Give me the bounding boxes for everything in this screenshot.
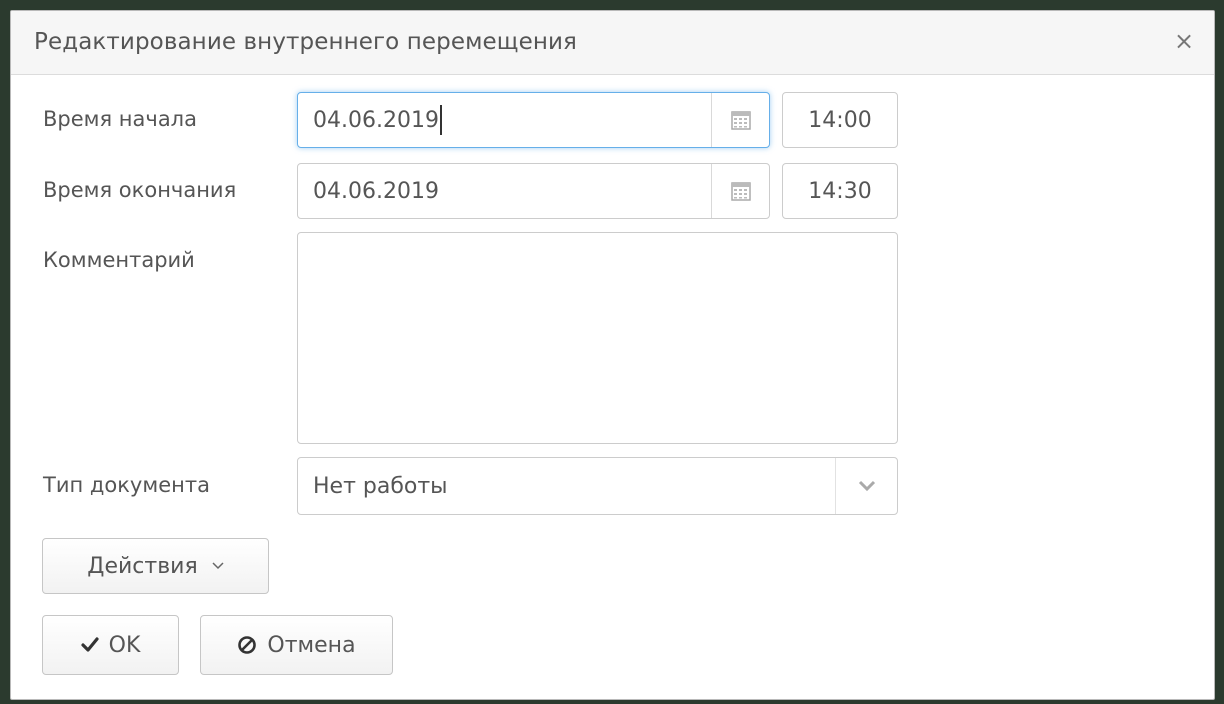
start-date-value: 04.06.2019 <box>313 107 439 133</box>
actions-menu-label: Действия <box>87 553 198 579</box>
end-time-label: Время окончания <box>43 178 237 202</box>
start-date-input[interactable]: 04.06.2019 <box>297 92 770 148</box>
comment-textarea[interactable] <box>297 232 898 444</box>
ok-button[interactable]: OK <box>42 615 179 675</box>
calendar-icon <box>730 182 751 201</box>
end-time-value: 14:30 <box>808 178 872 204</box>
chevron-down-icon <box>858 480 875 492</box>
document-type-value: Нет работы <box>313 473 448 499</box>
cancel-button[interactable]: Отмена <box>200 615 393 675</box>
start-time-input[interactable]: 14:00 <box>782 92 898 148</box>
actions-menu-button[interactable]: Действия <box>42 538 269 594</box>
document-type-dropdown-toggle[interactable] <box>835 458 897 514</box>
start-time-value: 14:00 <box>808 107 872 133</box>
end-time-input[interactable]: 14:30 <box>782 163 898 219</box>
text-cursor <box>439 105 442 135</box>
check-icon <box>81 637 99 652</box>
edit-transfer-dialog: Редактирование внутреннего перемещения ×… <box>10 10 1215 700</box>
comment-label: Комментарий <box>43 248 195 272</box>
ok-label: OK <box>108 632 141 658</box>
chevron-down-icon <box>212 562 224 570</box>
end-date-input[interactable]: 04.06.2019 <box>297 163 770 219</box>
document-type-label: Тип документа <box>43 473 210 497</box>
close-button[interactable]: × <box>1172 27 1196 55</box>
document-type-select[interactable]: Нет работы <box>297 457 898 515</box>
end-date-calendar-button[interactable] <box>711 164 769 218</box>
calendar-icon <box>730 111 751 130</box>
cancel-label: Отмена <box>267 632 356 658</box>
ban-icon <box>238 636 257 654</box>
dialog-header: Редактирование внутреннего перемещения × <box>11 11 1214 75</box>
dialog-title: Редактирование внутреннего перемещения <box>34 29 577 55</box>
start-date-calendar-button[interactable] <box>711 93 769 147</box>
end-date-value: 04.06.2019 <box>313 178 439 204</box>
start-time-label: Время начала <box>43 107 197 131</box>
